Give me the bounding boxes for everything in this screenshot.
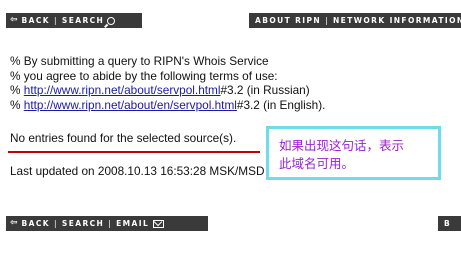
terms-line-1: % By submitting a query to RIPN's Whois …: [10, 54, 269, 68]
envelope-icon[interactable]: [153, 219, 165, 228]
top-nav-right: ABOUT RIPN | NETWORK INFORMATION: [249, 13, 461, 28]
back-link-partial[interactable]: B: [444, 216, 451, 231]
terms-suffix: #3.2 (in Russian): [220, 83, 310, 97]
servpol-english-link[interactable]: http://www.ripn.net/about/en/servpol.htm…: [24, 98, 237, 112]
email-link[interactable]: EMAIL: [116, 216, 149, 231]
no-entries-message: No entries found for the selected source…: [10, 131, 237, 145]
terms-prefix: %: [10, 83, 24, 97]
red-underline-annotation: [8, 151, 260, 153]
bottom-nav-right: B: [438, 216, 461, 231]
network-information-link[interactable]: NETWORK INFORMATION: [333, 13, 461, 28]
servpol-russian-link[interactable]: http://www.ripn.net/about/servpol.html: [24, 83, 221, 97]
back-arrow-icon[interactable]: ⇦: [10, 216, 18, 231]
annotation-callout: 如果出现这句话，表示 此域名可用。: [266, 126, 441, 180]
about-ripn-link[interactable]: ABOUT RIPN: [255, 13, 321, 28]
terms-line-2: % you agree to abide by the following te…: [10, 68, 278, 83]
back-link[interactable]: BACK: [22, 216, 50, 231]
nav-separator: |: [53, 219, 58, 228]
terms-prefix: %: [10, 97, 24, 112]
terms-suffix: #3.2 (in English).: [236, 97, 326, 112]
nav-separator: |: [108, 219, 113, 228]
terms-line-4: % http://www.ripn.net/about/en/servpol.h…: [10, 98, 325, 113]
terms-of-use: % By submitting a query to RIPN's Whois …: [10, 54, 325, 112]
callout-line-2: 此域名可用。: [279, 156, 355, 171]
callout-line-1: 如果出现这句话，表示: [279, 138, 405, 153]
last-updated-text: Last updated on 2008.10.13 16:53:28 MSK/…: [10, 164, 265, 178]
back-link[interactable]: BACK: [22, 13, 50, 28]
back-arrow-icon[interactable]: ⇦: [10, 13, 18, 28]
top-nav-left: ⇦ BACK | SEARCH: [6, 13, 142, 28]
search-link[interactable]: SEARCH: [62, 13, 104, 28]
terms-line-3: % http://www.ripn.net/about/servpol.html…: [10, 83, 325, 98]
nav-separator: |: [325, 16, 329, 25]
bottom-nav-left: ⇦ BACK | SEARCH | EMAIL: [6, 216, 208, 231]
magnifier-icon[interactable]: [107, 16, 116, 25]
nav-separator: |: [53, 16, 58, 25]
search-link[interactable]: SEARCH: [62, 216, 104, 231]
